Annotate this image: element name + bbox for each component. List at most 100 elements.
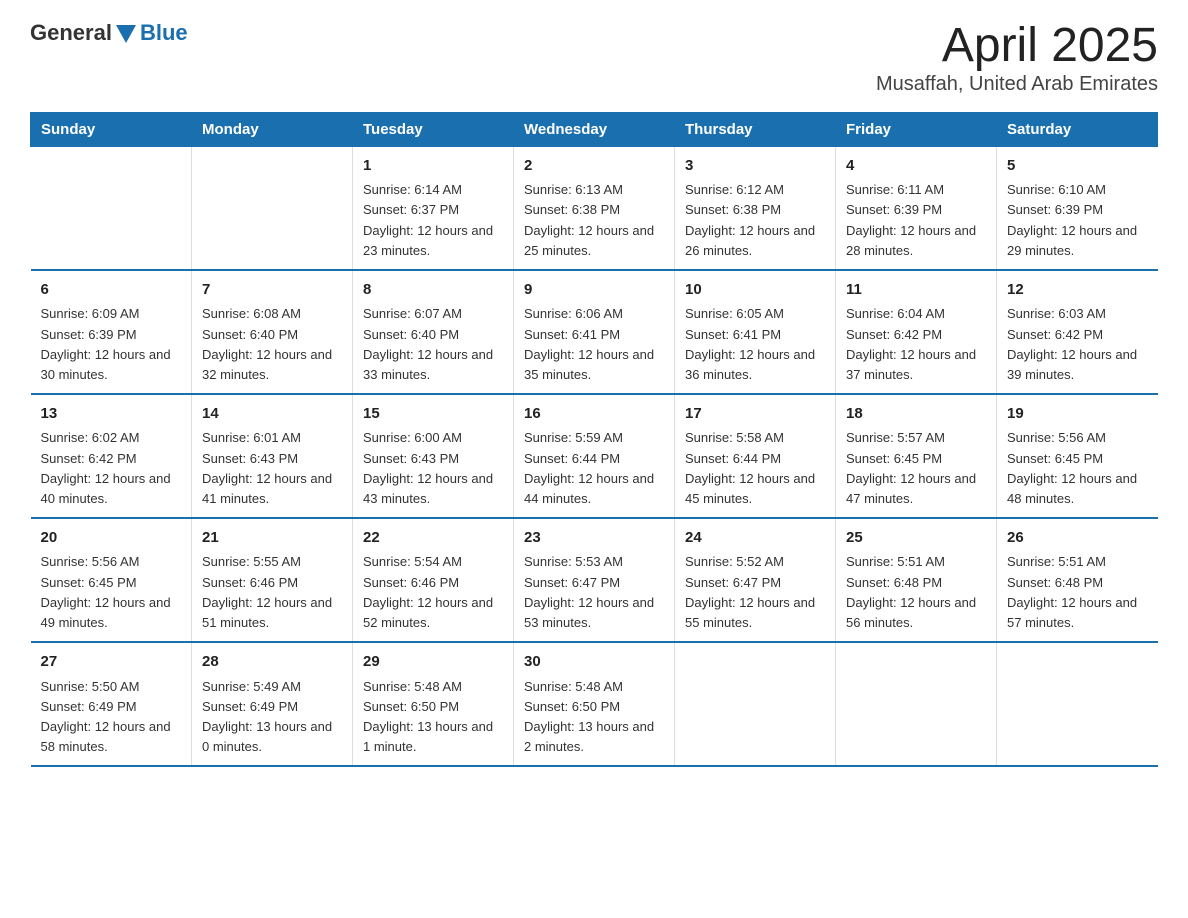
day-info: Sunrise: 6:07 AMSunset: 6:40 PMDaylight:… [363, 304, 503, 385]
daylight-text: Daylight: 13 hours and 0 minutes. [202, 717, 342, 757]
day-cell: 15Sunrise: 6:00 AMSunset: 6:43 PMDayligh… [353, 394, 514, 518]
day-cell: 24Sunrise: 5:52 AMSunset: 6:47 PMDayligh… [675, 518, 836, 642]
header-friday: Friday [836, 112, 997, 146]
sunset-text: Sunset: 6:49 PM [41, 697, 182, 717]
sunrise-text: Sunrise: 6:03 AM [1007, 304, 1148, 324]
day-info: Sunrise: 6:13 AMSunset: 6:38 PMDaylight:… [524, 180, 664, 261]
day-number: 25 [846, 527, 986, 550]
sunrise-text: Sunrise: 6:07 AM [363, 304, 503, 324]
day-cell: 14Sunrise: 6:01 AMSunset: 6:43 PMDayligh… [192, 394, 353, 518]
day-info: Sunrise: 5:51 AMSunset: 6:48 PMDaylight:… [846, 552, 986, 633]
sunset-text: Sunset: 6:50 PM [363, 697, 503, 717]
day-info: Sunrise: 5:50 AMSunset: 6:49 PMDaylight:… [41, 677, 182, 758]
day-info: Sunrise: 6:04 AMSunset: 6:42 PMDaylight:… [846, 304, 986, 385]
day-info: Sunrise: 6:05 AMSunset: 6:41 PMDaylight:… [685, 304, 825, 385]
day-cell [675, 642, 836, 766]
logo-general: General [30, 20, 112, 46]
sunrise-text: Sunrise: 6:10 AM [1007, 180, 1148, 200]
sunset-text: Sunset: 6:38 PM [524, 200, 664, 220]
daylight-text: Daylight: 12 hours and 41 minutes. [202, 469, 342, 509]
sunrise-text: Sunrise: 5:52 AM [685, 552, 825, 572]
day-cell: 16Sunrise: 5:59 AMSunset: 6:44 PMDayligh… [514, 394, 675, 518]
day-info: Sunrise: 6:09 AMSunset: 6:39 PMDaylight:… [41, 304, 182, 385]
day-info: Sunrise: 6:08 AMSunset: 6:40 PMDaylight:… [202, 304, 342, 385]
day-number: 10 [685, 279, 825, 302]
sunrise-text: Sunrise: 5:56 AM [1007, 428, 1148, 448]
day-info: Sunrise: 6:10 AMSunset: 6:39 PMDaylight:… [1007, 180, 1148, 261]
day-cell: 11Sunrise: 6:04 AMSunset: 6:42 PMDayligh… [836, 270, 997, 394]
day-number: 18 [846, 403, 986, 426]
sunset-text: Sunset: 6:38 PM [685, 200, 825, 220]
sunset-text: Sunset: 6:46 PM [363, 573, 503, 593]
daylight-text: Daylight: 12 hours and 29 minutes. [1007, 221, 1148, 261]
day-number: 22 [363, 527, 503, 550]
sunset-text: Sunset: 6:47 PM [685, 573, 825, 593]
daylight-text: Daylight: 12 hours and 45 minutes. [685, 469, 825, 509]
day-number: 6 [41, 279, 182, 302]
day-info: Sunrise: 5:56 AMSunset: 6:45 PMDaylight:… [41, 552, 182, 633]
daylight-text: Daylight: 12 hours and 44 minutes. [524, 469, 664, 509]
day-info: Sunrise: 6:06 AMSunset: 6:41 PMDaylight:… [524, 304, 664, 385]
sunrise-text: Sunrise: 5:57 AM [846, 428, 986, 448]
week-row-4: 20Sunrise: 5:56 AMSunset: 6:45 PMDayligh… [31, 518, 1158, 642]
day-info: Sunrise: 5:59 AMSunset: 6:44 PMDaylight:… [524, 428, 664, 509]
sunrise-text: Sunrise: 6:02 AM [41, 428, 182, 448]
daylight-text: Daylight: 12 hours and 43 minutes. [363, 469, 503, 509]
calendar-table: SundayMondayTuesdayWednesdayThursdayFrid… [30, 112, 1158, 767]
day-cell: 30Sunrise: 5:48 AMSunset: 6:50 PMDayligh… [514, 642, 675, 766]
day-cell [31, 146, 192, 270]
day-info: Sunrise: 5:54 AMSunset: 6:46 PMDaylight:… [363, 552, 503, 633]
sunrise-text: Sunrise: 6:05 AM [685, 304, 825, 324]
day-cell: 7Sunrise: 6:08 AMSunset: 6:40 PMDaylight… [192, 270, 353, 394]
sunset-text: Sunset: 6:41 PM [685, 325, 825, 345]
sunrise-text: Sunrise: 5:51 AM [846, 552, 986, 572]
sunset-text: Sunset: 6:45 PM [1007, 449, 1148, 469]
header-thursday: Thursday [675, 112, 836, 146]
title-block: April 2025 Musaffah, United Arab Emirate… [876, 20, 1158, 96]
daylight-text: Daylight: 12 hours and 48 minutes. [1007, 469, 1148, 509]
daylight-text: Daylight: 12 hours and 28 minutes. [846, 221, 986, 261]
day-number: 16 [524, 403, 664, 426]
day-cell: 21Sunrise: 5:55 AMSunset: 6:46 PMDayligh… [192, 518, 353, 642]
sunrise-text: Sunrise: 5:50 AM [41, 677, 182, 697]
day-info: Sunrise: 6:11 AMSunset: 6:39 PMDaylight:… [846, 180, 986, 261]
sunrise-text: Sunrise: 5:54 AM [363, 552, 503, 572]
daylight-text: Daylight: 12 hours and 37 minutes. [846, 345, 986, 385]
logo-triangle-icon [116, 25, 136, 43]
day-info: Sunrise: 6:01 AMSunset: 6:43 PMDaylight:… [202, 428, 342, 509]
sunset-text: Sunset: 6:40 PM [363, 325, 503, 345]
day-cell: 3Sunrise: 6:12 AMSunset: 6:38 PMDaylight… [675, 146, 836, 270]
sunrise-text: Sunrise: 5:48 AM [363, 677, 503, 697]
day-number: 11 [846, 279, 986, 302]
day-cell [192, 146, 353, 270]
logo: General Blue [30, 20, 188, 46]
sunrise-text: Sunrise: 5:56 AM [41, 552, 182, 572]
day-info: Sunrise: 5:57 AMSunset: 6:45 PMDaylight:… [846, 428, 986, 509]
calendar-subtitle: Musaffah, United Arab Emirates [876, 73, 1158, 96]
header-sunday: Sunday [31, 112, 192, 146]
day-cell: 28Sunrise: 5:49 AMSunset: 6:49 PMDayligh… [192, 642, 353, 766]
day-info: Sunrise: 6:00 AMSunset: 6:43 PMDaylight:… [363, 428, 503, 509]
sunset-text: Sunset: 6:42 PM [1007, 325, 1148, 345]
daylight-text: Daylight: 13 hours and 1 minute. [363, 717, 503, 757]
daylight-text: Daylight: 12 hours and 36 minutes. [685, 345, 825, 385]
day-number: 26 [1007, 527, 1148, 550]
day-number: 21 [202, 527, 342, 550]
day-number: 20 [41, 527, 182, 550]
calendar-header: SundayMondayTuesdayWednesdayThursdayFrid… [31, 112, 1158, 146]
day-number: 4 [846, 155, 986, 178]
week-row-5: 27Sunrise: 5:50 AMSunset: 6:49 PMDayligh… [31, 642, 1158, 766]
sunset-text: Sunset: 6:39 PM [846, 200, 986, 220]
daylight-text: Daylight: 12 hours and 33 minutes. [363, 345, 503, 385]
sunset-text: Sunset: 6:44 PM [685, 449, 825, 469]
day-number: 9 [524, 279, 664, 302]
day-cell: 12Sunrise: 6:03 AMSunset: 6:42 PMDayligh… [997, 270, 1158, 394]
sunrise-text: Sunrise: 6:01 AM [202, 428, 342, 448]
day-cell: 29Sunrise: 5:48 AMSunset: 6:50 PMDayligh… [353, 642, 514, 766]
sunset-text: Sunset: 6:43 PM [363, 449, 503, 469]
daylight-text: Daylight: 12 hours and 57 minutes. [1007, 593, 1148, 633]
sunset-text: Sunset: 6:45 PM [846, 449, 986, 469]
day-number: 8 [363, 279, 503, 302]
sunset-text: Sunset: 6:41 PM [524, 325, 664, 345]
sunset-text: Sunset: 6:42 PM [41, 449, 182, 469]
